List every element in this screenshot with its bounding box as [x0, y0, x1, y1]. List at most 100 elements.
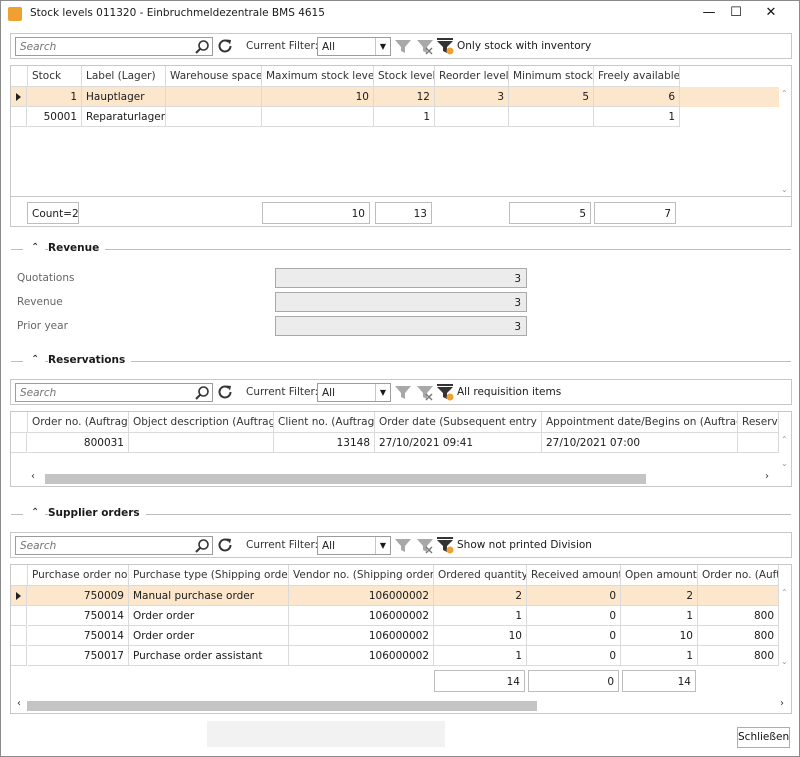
column-header[interactable]: Ordered quantity — [434, 565, 527, 586]
column-header[interactable]: Received amount — [527, 565, 621, 586]
table-cell[interactable] — [166, 107, 262, 127]
column-header[interactable]: Purchase order no. — [28, 565, 129, 586]
column-header[interactable]: Open amount — [621, 565, 698, 586]
table-cell[interactable]: Order order — [129, 626, 289, 646]
funnel-active-icon[interactable] — [436, 384, 454, 401]
scroll-up-icon[interactable]: ⌃ — [781, 89, 788, 98]
table-cell[interactable]: 2 — [621, 586, 698, 606]
supplier-search-input[interactable] — [16, 537, 192, 554]
collapse-caret-icon[interactable]: ⌃ — [31, 354, 39, 365]
column-header[interactable]: Minimum stock — [509, 66, 594, 87]
table-cell[interactable]: 10 — [434, 626, 527, 646]
column-header[interactable]: Freely available — [594, 66, 680, 87]
table-cell[interactable]: 5 — [509, 87, 594, 107]
table-cell[interactable]: 27/10/2021 09:41 — [375, 433, 542, 453]
scroll-up-icon[interactable]: ⌃ — [781, 588, 788, 597]
table-cell[interactable]: 106000002 — [289, 586, 434, 606]
table-cell[interactable]: 13148 — [274, 433, 375, 453]
horizontal-scrollbar[interactable]: ‹ › — [11, 470, 779, 486]
row-indicator[interactable] — [11, 646, 27, 666]
table-cell[interactable]: 800031 — [28, 433, 129, 453]
revenue-section-header[interactable]: ⌃ Revenue — [11, 242, 791, 256]
vertical-scrollbar[interactable]: ⌃ ⌄ — [779, 433, 791, 470]
column-header[interactable]: Stock level — [374, 66, 435, 87]
table-cell[interactable]: 106000002 — [289, 646, 434, 666]
funnel-clear-icon[interactable] — [416, 384, 434, 401]
table-cell[interactable] — [262, 107, 374, 127]
scrollbar-thumb[interactable] — [45, 474, 646, 484]
table-cell[interactable]: 106000002 — [289, 626, 434, 646]
close-window-button[interactable]: ✕ — [758, 3, 784, 23]
table-cell[interactable]: 750009 — [28, 586, 129, 606]
column-header[interactable]: Maximum stock level — [262, 66, 374, 87]
reservations-search-input[interactable] — [16, 384, 192, 401]
vertical-scrollbar[interactable]: ⌃ ⌄ — [779, 87, 791, 196]
scroll-down-icon[interactable]: ⌄ — [781, 657, 788, 666]
search-icon[interactable] — [194, 39, 210, 55]
funnel-clear-icon[interactable] — [416, 38, 434, 55]
table-cell[interactable]: Order order — [129, 606, 289, 626]
column-header[interactable]: Order no. (Auftrag) — [28, 412, 129, 433]
row-indicator[interactable] — [11, 606, 27, 626]
supplier-orders-section-header[interactable]: ⌃ Supplier orders — [11, 507, 791, 521]
table-cell[interactable]: 106000002 — [289, 606, 434, 626]
table-cell[interactable]: 0 — [527, 586, 621, 606]
row-indicator[interactable] — [11, 626, 27, 646]
scroll-right-icon[interactable]: › — [780, 698, 784, 709]
reservations-section-header[interactable]: ⌃ Reservations — [11, 354, 791, 368]
scroll-left-icon[interactable]: ‹ — [31, 471, 35, 482]
search-icon[interactable] — [194, 538, 210, 554]
scrollbar-thumb[interactable] — [27, 701, 537, 711]
row-indicator[interactable] — [11, 107, 27, 127]
chevron-down-icon[interactable]: ▼ — [375, 38, 390, 55]
scroll-up-icon[interactable]: ⌃ — [781, 435, 788, 444]
column-header[interactable]: Stock — [28, 66, 82, 87]
table-cell[interactable]: Manual purchase order — [129, 586, 289, 606]
scroll-down-icon[interactable]: ⌄ — [781, 459, 788, 468]
scroll-right-icon[interactable]: › — [765, 471, 769, 482]
table-cell[interactable]: 750014 — [28, 606, 129, 626]
column-header[interactable]: Reserv — [738, 412, 779, 433]
table-cell[interactable]: 750014 — [28, 626, 129, 646]
column-header[interactable]: Object description (Auftrag) — [129, 412, 274, 433]
stock-search-input[interactable] — [16, 38, 192, 55]
funnel-clear-icon[interactable] — [416, 537, 434, 554]
row-indicator[interactable] — [11, 586, 27, 606]
maximize-button[interactable]: ☐ — [723, 3, 749, 23]
table-cell[interactable]: 1 — [621, 606, 698, 626]
filter-select[interactable]: All ▼ — [317, 383, 391, 402]
collapse-caret-icon[interactable]: ⌃ — [31, 242, 39, 253]
table-cell[interactable] — [435, 107, 509, 127]
scroll-down-icon[interactable]: ⌄ — [781, 185, 788, 194]
funnel-active-icon[interactable] — [436, 537, 454, 554]
table-cell[interactable] — [738, 433, 779, 453]
column-header[interactable]: Warehouse space — [166, 66, 262, 87]
horizontal-scrollbar[interactable]: ‹ › — [11, 697, 791, 713]
table-cell[interactable]: 1 — [621, 646, 698, 666]
row-indicator[interactable] — [11, 433, 27, 453]
funnel-icon[interactable] — [394, 38, 412, 55]
table-cell[interactable]: 800 — [698, 626, 779, 646]
table-cell[interactable]: 6 — [594, 87, 680, 107]
minimize-button[interactable]: — — [696, 3, 722, 23]
vertical-scrollbar[interactable]: ⌃ ⌄ — [779, 586, 791, 668]
funnel-icon[interactable] — [394, 537, 412, 554]
filter-select[interactable]: All ▼ — [317, 536, 391, 555]
refresh-icon[interactable] — [216, 383, 234, 401]
filter-select[interactable]: All ▼ — [317, 37, 391, 56]
chevron-down-icon[interactable]: ▼ — [375, 384, 390, 401]
table-cell[interactable]: 800 — [698, 646, 779, 666]
refresh-icon[interactable] — [216, 536, 234, 554]
table-cell[interactable]: Hauptlager — [82, 87, 166, 107]
table-cell[interactable]: 0 — [527, 626, 621, 646]
collapse-caret-icon[interactable]: ⌃ — [31, 507, 39, 518]
chevron-down-icon[interactable]: ▼ — [375, 537, 390, 554]
column-header[interactable]: Label (Lager) — [82, 66, 166, 87]
table-cell[interactable]: 800 — [698, 606, 779, 626]
table-cell[interactable]: 10 — [621, 626, 698, 646]
table-cell[interactable]: Reparaturlager — [82, 107, 166, 127]
column-header[interactable]: Order date (Subsequent entry 0) — [375, 412, 542, 433]
table-cell[interactable]: 1 — [28, 87, 82, 107]
scroll-left-icon[interactable]: ‹ — [17, 698, 21, 709]
table-cell[interactable]: 0 — [527, 606, 621, 626]
